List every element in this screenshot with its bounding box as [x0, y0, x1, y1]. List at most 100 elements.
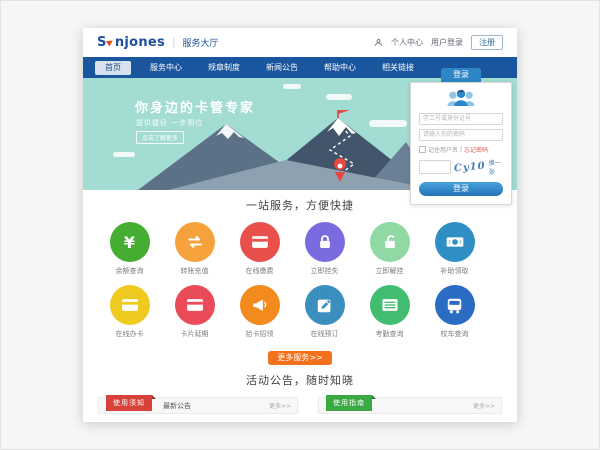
captcha-image: Cy10: [454, 160, 487, 174]
nav-item-news[interactable]: 新闻公告: [253, 57, 311, 78]
service-item[interactable]: 卡片延期: [162, 285, 227, 339]
service-item[interactable]: 补助领取: [422, 222, 487, 276]
cloud: [113, 152, 135, 157]
services-row-2: 在线办卡 卡片延期 拾卡招领 在线预订: [83, 285, 517, 339]
service-circle: [175, 222, 215, 262]
card-icon: [120, 295, 140, 315]
logo-text-s: S: [97, 35, 107, 50]
login-form: 记住用户名 | 忘记密码 Cy10 换一张 登录: [410, 82, 512, 205]
service-item[interactable]: 在线办卡: [97, 285, 162, 339]
lock-icon: [316, 233, 334, 251]
nav-item-help[interactable]: 帮助中心: [311, 57, 369, 78]
users-group-icon: [419, 88, 503, 109]
captcha-row: Cy10 换一张: [419, 158, 503, 176]
card-icon: [185, 295, 205, 315]
personal-center-link[interactable]: 个人中心: [391, 37, 423, 48]
service-label: 在线预订: [311, 329, 339, 339]
service-item[interactable]: 立即解挂: [357, 222, 422, 276]
service-circle: [435, 285, 475, 325]
announcements-title: 活动公告，随时知晓: [83, 365, 517, 388]
captcha-refresh-link[interactable]: 换一张: [489, 158, 503, 176]
service-circle: ¥: [110, 222, 150, 262]
service-item[interactable]: 在线预订: [292, 285, 357, 339]
more-services-button[interactable]: 更多服务>>: [268, 351, 332, 365]
service-label: 卡片延期: [181, 329, 209, 339]
usage-notice-ribbon[interactable]: 使用须知: [106, 395, 152, 411]
services-section: 一站服务，方便快捷 ¥ 余额查询 转账充值 在线缴费: [83, 190, 517, 365]
more-link[interactable]: 更多>>: [269, 401, 291, 410]
login-submit-button[interactable]: 登录: [419, 182, 503, 196]
remember-row: 记住用户名 | 忘记密码: [419, 145, 503, 154]
nav-item-home[interactable]: 首页: [95, 61, 131, 75]
edit-icon: [315, 296, 334, 315]
hero-subtitle: 提供捷径 一步到位: [136, 118, 203, 128]
remember-label: 记住用户名: [428, 145, 458, 154]
login-tab[interactable]: 登录: [441, 68, 481, 82]
service-circle: [240, 285, 280, 325]
logo[interactable]: S ▶ njones: [97, 35, 165, 50]
more-link[interactable]: 更多>>: [473, 401, 495, 410]
service-circle: [435, 222, 475, 262]
service-circle: [305, 285, 345, 325]
service-label: 在线办卡: [116, 329, 144, 339]
services-row-1: ¥ 余额查询 转账充值 在线缴费 立即挂失: [83, 222, 517, 276]
service-label: 立即挂失: [311, 266, 339, 276]
login-panel: 登录 记住用户名 | 忘记密码 Cy10 换一张: [410, 68, 512, 205]
register-button[interactable]: 注册: [471, 35, 503, 50]
announcement-bar-left: 使用须知 最新公告 更多>>: [98, 397, 298, 414]
cloud: [283, 84, 301, 89]
card-icon: [250, 232, 270, 252]
user-icon: [374, 38, 383, 47]
password-input[interactable]: [419, 129, 503, 141]
user-login-link[interactable]: 用户登录: [431, 37, 463, 48]
header-divider: |: [172, 37, 175, 48]
megaphone-icon: [250, 295, 270, 315]
transfer-icon: [185, 232, 205, 252]
service-label: 补助领取: [441, 266, 469, 276]
service-circle: [110, 285, 150, 325]
forgot-password-link[interactable]: 忘记密码: [464, 145, 488, 154]
site-container: S ▶ njones | 服务大厅 个人中心 用户登录 注册 首页 服务中心 规…: [83, 28, 517, 422]
header-right: 个人中心 用户登录 注册: [374, 35, 503, 50]
unlock-icon: [381, 233, 399, 251]
service-item[interactable]: 拾卡招领: [227, 285, 292, 339]
site-name: 服务大厅: [182, 36, 218, 49]
service-label: 考勤查询: [376, 329, 404, 339]
service-item[interactable]: 在线缴费: [227, 222, 292, 276]
hero-title: 你身边的卡管专家: [135, 97, 255, 116]
cloud: [326, 94, 352, 100]
usage-guide-ribbon[interactable]: 使用指南: [326, 395, 372, 411]
logo-text-rest: njones: [115, 35, 165, 50]
service-circle: [305, 222, 345, 262]
service-label: 在线缴费: [246, 266, 274, 276]
yen-icon: ¥: [124, 233, 135, 252]
service-item[interactable]: 转账充值: [162, 222, 227, 276]
service-circle: [240, 222, 280, 262]
username-input[interactable]: [419, 113, 503, 125]
service-label: 转账充值: [181, 266, 209, 276]
nav-item-service-center[interactable]: 服务中心: [137, 57, 195, 78]
banknote-icon: [445, 232, 465, 252]
service-label: 立即解挂: [376, 266, 404, 276]
service-item[interactable]: ¥ 余额查询: [97, 222, 162, 276]
service-label: 余额查询: [116, 266, 144, 276]
service-circle: [175, 285, 215, 325]
nav-item-rules[interactable]: 规章制度: [195, 57, 253, 78]
header: S ▶ njones | 服务大厅 个人中心 用户登录 注册: [83, 28, 517, 57]
service-label: 拾卡招领: [246, 329, 274, 339]
service-item[interactable]: 立即挂失: [292, 222, 357, 276]
service-circle: [370, 222, 410, 262]
latest-news-tab[interactable]: 最新公告: [163, 401, 191, 411]
bus-icon: [445, 296, 464, 315]
captcha-input[interactable]: [419, 160, 451, 174]
announcement-bar-right: 使用指南 更多>>: [318, 397, 502, 414]
service-label: 校车查询: [441, 329, 469, 339]
hero-cta-button[interactable]: 点击了解更多: [136, 131, 184, 144]
service-item[interactable]: 校车查询: [422, 285, 487, 339]
announcements-section: 活动公告，随时知晓 使用须知 最新公告 更多>> 使用指南 更多>>: [83, 365, 517, 422]
remember-checkbox[interactable]: [419, 146, 426, 153]
service-item[interactable]: 考勤查询: [357, 285, 422, 339]
list-icon: [380, 295, 400, 315]
service-circle: [370, 285, 410, 325]
login-row-divider: |: [460, 146, 462, 153]
